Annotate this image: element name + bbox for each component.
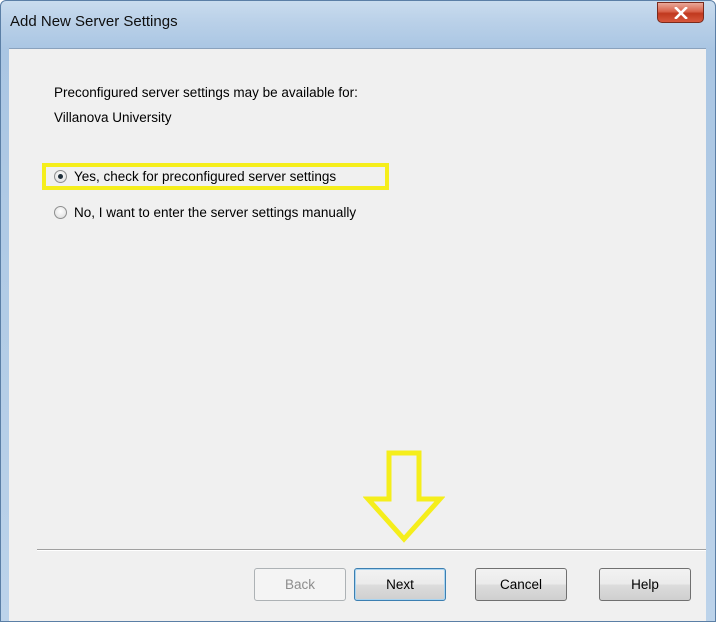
help-button[interactable]: Help	[599, 568, 691, 601]
info-text: Preconfigured server settings may be ava…	[54, 85, 358, 100]
dialog-content: Preconfigured server settings may be ava…	[9, 48, 706, 621]
back-button[interactable]: Back	[254, 568, 346, 601]
dialog-window: Add New Server Settings Preconfigured se…	[0, 0, 716, 622]
divider	[37, 549, 706, 551]
radio-label-yes: Yes, check for preconfigured server sett…	[74, 168, 337, 184]
window-title: Add New Server Settings	[10, 13, 178, 30]
radio-option-no[interactable]: No, I want to enter the server settings …	[54, 202, 356, 222]
radio-option-yes[interactable]: Yes, check for preconfigured server sett…	[54, 166, 336, 186]
close-button[interactable]	[657, 2, 704, 23]
next-button[interactable]: Next	[354, 568, 446, 601]
organization-name: Villanova University	[54, 110, 172, 125]
radio-button-yes[interactable]	[54, 169, 67, 183]
title-bar[interactable]: Add New Server Settings	[1, 1, 715, 41]
close-icon	[674, 7, 688, 19]
radio-button-no[interactable]	[54, 205, 67, 219]
down-arrow-icon	[363, 450, 445, 543]
cancel-button[interactable]: Cancel	[475, 568, 567, 601]
radio-label-no: No, I want to enter the server settings …	[74, 204, 357, 220]
